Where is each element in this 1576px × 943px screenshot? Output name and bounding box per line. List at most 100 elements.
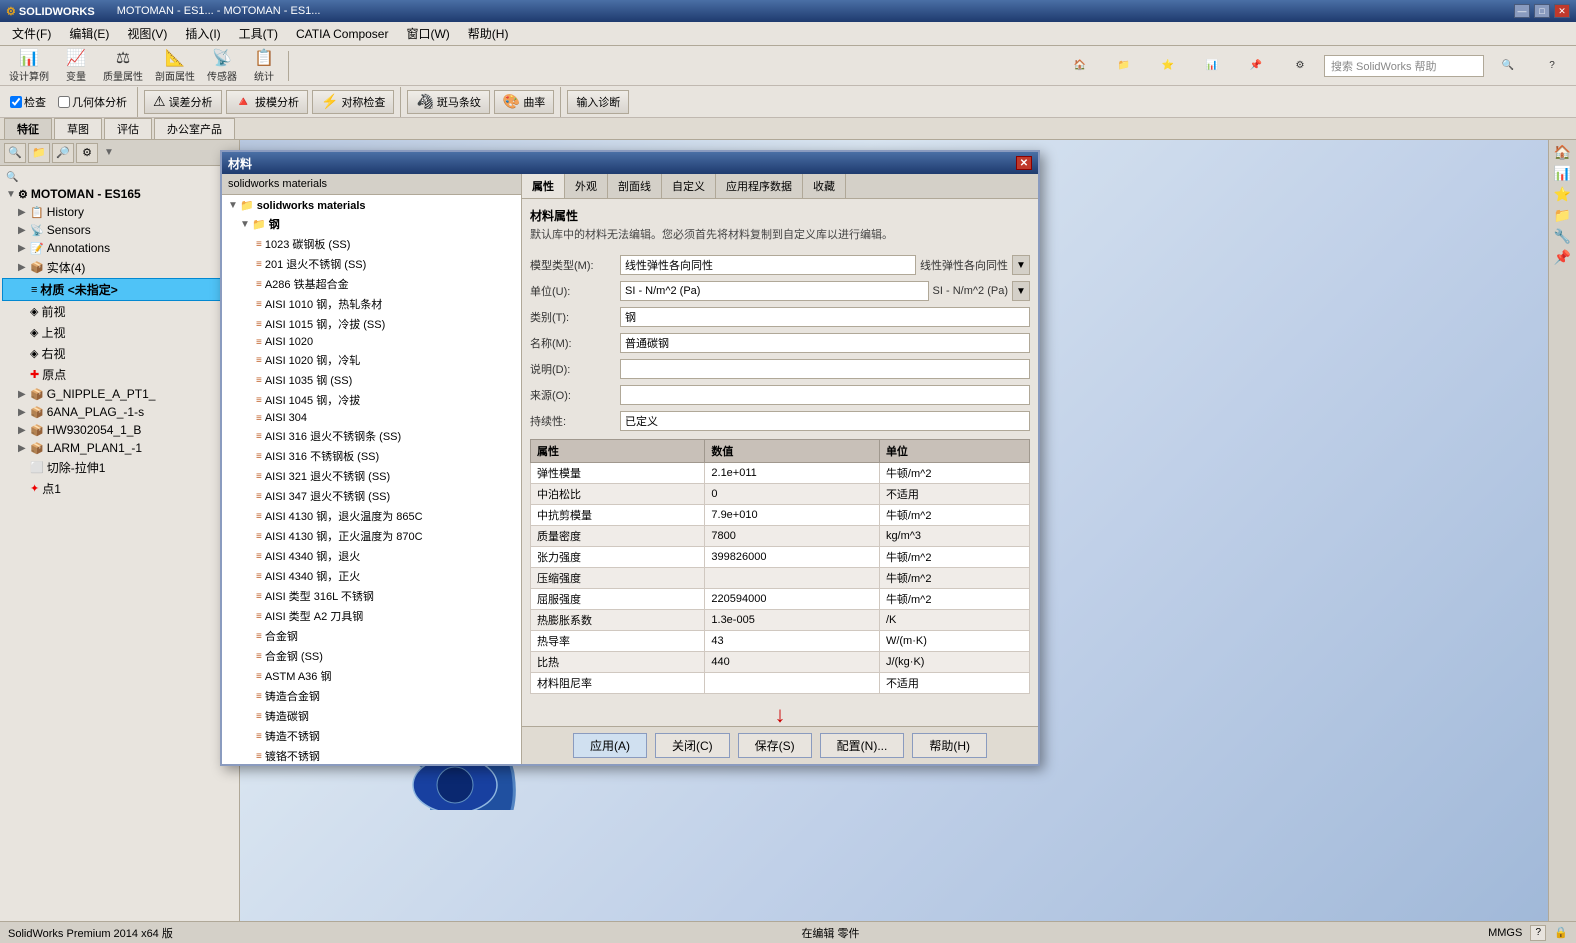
toolbar-section[interactable]: 📐 剖面属性 bbox=[150, 45, 200, 86]
btn-symmetry[interactable]: ⚡ 对称检查 bbox=[312, 90, 394, 114]
mat-item-aisi1010[interactable]: ≡AISI 1010 钢，热轧条材 bbox=[224, 294, 519, 314]
prop-input-persistence[interactable] bbox=[620, 411, 1030, 431]
tree-item-hw[interactable]: ▶ 📦 HW9302054_1_B bbox=[2, 421, 237, 439]
menu-insert[interactable]: 插入(I) bbox=[177, 23, 228, 44]
toolbar-question[interactable]: ? bbox=[1532, 57, 1572, 74]
prop-select-units[interactable] bbox=[620, 281, 929, 301]
tree-item-6ana[interactable]: ▶ 📦 6ANA_PLAG_-1-s bbox=[2, 403, 237, 421]
mat-item-aisi1020[interactable]: ≡AISI 1020 bbox=[224, 334, 519, 350]
prop-input-source[interactable] bbox=[620, 385, 1030, 405]
toolbar-search-btn[interactable]: 🔍 bbox=[1488, 57, 1528, 74]
toolbar-nav4[interactable]: 📊 bbox=[1192, 57, 1232, 74]
tree-item-annotations[interactable]: ▶ 📝 Annotations bbox=[2, 239, 237, 257]
props-tab-hatch[interactable]: 剖面线 bbox=[608, 174, 662, 198]
mat-item-aisi1045[interactable]: ≡AISI 1045 钢，冷拔 bbox=[224, 390, 519, 410]
btn-draft[interactable]: 🔺 拔模分析 bbox=[226, 90, 308, 114]
tree-item-sensors[interactable]: ▶ 📡 Sensors bbox=[2, 221, 237, 239]
tab-office[interactable]: 办公室产品 bbox=[154, 118, 235, 139]
mat-item-aisia2[interactable]: ≡AISI 类型 A2 刀具钢 bbox=[224, 606, 519, 626]
tree-item-origin[interactable]: ✚ 原点 bbox=[2, 364, 237, 385]
menu-tools[interactable]: 工具(T) bbox=[231, 23, 286, 44]
minimize-btn[interactable]: — bbox=[1514, 4, 1530, 18]
close-btn[interactable]: ✕ bbox=[1554, 4, 1570, 18]
toolbar-design[interactable]: 📊 设计算例 bbox=[4, 45, 54, 86]
right-icon1[interactable]: 🏠 bbox=[1554, 144, 1571, 161]
mat-item-cast-alloy[interactable]: ≡铸造合金钢 bbox=[224, 686, 519, 706]
tree-btn-settings[interactable]: ⚙ bbox=[76, 143, 98, 163]
tab-evaluate[interactable]: 评估 bbox=[104, 118, 152, 139]
btn-save[interactable]: 保存(S) bbox=[738, 733, 812, 758]
mat-item-aisi4130b[interactable]: ≡AISI 4130 钢，正火温度为 870C bbox=[224, 526, 519, 546]
mat-item-aisi1015[interactable]: ≡AISI 1015 钢，冷拔 (SS) bbox=[224, 314, 519, 334]
mat-item-aisi347[interactable]: ≡AISI 347 退火不锈钢 (SS) bbox=[224, 486, 519, 506]
tree-item-point1[interactable]: ✦ 点1 bbox=[2, 478, 237, 499]
toolbar-nav3[interactable]: ⭐ bbox=[1148, 57, 1188, 74]
props-tab-custom[interactable]: 自定义 bbox=[662, 174, 716, 198]
menu-catia[interactable]: CATIA Composer bbox=[288, 25, 396, 43]
mat-item-a286[interactable]: ≡A286 铁基超合金 bbox=[224, 274, 519, 294]
btn-input-diag[interactable]: 输入诊断 bbox=[567, 90, 629, 114]
tree-item-solid[interactable]: ▶ 📦 实体(4) bbox=[2, 257, 237, 278]
prop-input-category[interactable] bbox=[620, 307, 1030, 327]
tree-item-larm[interactable]: ▶ 📦 LARM_PLAN1_-1 bbox=[2, 439, 237, 457]
maximize-btn[interactable]: □ bbox=[1534, 4, 1550, 18]
tree-item-material[interactable]: ≡ 材质 <未指定> ➤ bbox=[2, 278, 237, 301]
toolbar-variable[interactable]: 📈 变量 bbox=[56, 45, 96, 86]
menu-window[interactable]: 窗口(W) bbox=[398, 23, 457, 44]
status-help[interactable]: ? bbox=[1530, 925, 1546, 941]
right-icon6[interactable]: 📌 bbox=[1554, 249, 1571, 266]
btn-help[interactable]: 帮助(H) bbox=[912, 733, 987, 758]
props-tab-appearance[interactable]: 外观 bbox=[565, 174, 608, 198]
mat-item-aisi316plate[interactable]: ≡AISI 316 不锈钢板 (SS) bbox=[224, 446, 519, 466]
dialog-close-btn[interactable]: ✕ bbox=[1016, 156, 1032, 170]
prop-input-name[interactable] bbox=[620, 333, 1030, 353]
right-icon5[interactable]: 🔧 bbox=[1554, 228, 1571, 245]
mat-item-cast-ss[interactable]: ≡铸造不锈钢 bbox=[224, 726, 519, 746]
mat-item-astma36[interactable]: ≡ASTM A36 钢 bbox=[224, 666, 519, 686]
menu-view[interactable]: 视图(V) bbox=[119, 23, 175, 44]
mat-item-aisi4340b[interactable]: ≡AISI 4340 钢，正火 bbox=[224, 566, 519, 586]
props-tab-favorites[interactable]: 收藏 bbox=[803, 174, 846, 198]
toolbar-stats[interactable]: 📋 统计 bbox=[244, 45, 284, 86]
mat-item-aisi4340a[interactable]: ≡AISI 4340 钢，退火 bbox=[224, 546, 519, 566]
btn-curvature[interactable]: 🎨 曲率 bbox=[494, 90, 554, 114]
prop-select-modeltype[interactable] bbox=[620, 255, 916, 275]
tree-item-gnipple[interactable]: ▶ 📦 G_NIPPLE_A_PT1_ bbox=[2, 385, 237, 403]
btn-zebra[interactable]: 🦓 斑马条纹 bbox=[407, 90, 489, 114]
mat-tree-root[interactable]: ▼ 📁 solidworks materials bbox=[224, 197, 519, 214]
toolbar-sensor[interactable]: 📡 传感器 bbox=[202, 45, 242, 86]
menu-edit[interactable]: 编辑(E) bbox=[61, 23, 117, 44]
right-icon2[interactable]: 📊 bbox=[1554, 165, 1571, 182]
tree-item-right[interactable]: ◈ 右视 bbox=[2, 343, 237, 364]
mat-item-aisi1020cr[interactable]: ≡AISI 1020 钢，冷轧 bbox=[224, 350, 519, 370]
menu-help[interactable]: 帮助(H) bbox=[460, 23, 517, 44]
tree-filter-icon[interactable]: 🔍 bbox=[2, 170, 237, 185]
props-tab-properties[interactable]: 属性 bbox=[522, 174, 565, 198]
toolbar-search[interactable]: 搜索 SolidWorks 帮助 bbox=[1324, 55, 1484, 77]
tab-sketch[interactable]: 草图 bbox=[54, 118, 102, 139]
btn-config[interactable]: 配置(N)... bbox=[820, 733, 905, 758]
tree-item-front[interactable]: ◈ 前视 bbox=[2, 301, 237, 322]
tree-btn-collapse[interactable]: 📁 bbox=[28, 143, 50, 163]
mat-item-cast-carbon[interactable]: ≡铸造碳钢 bbox=[224, 706, 519, 726]
mat-item-201[interactable]: ≡201 退火不锈钢 (SS) bbox=[224, 254, 519, 274]
right-icon3[interactable]: ⭐ bbox=[1554, 186, 1571, 203]
mat-item-1023[interactable]: ≡1023 碳钢板 (SS) bbox=[224, 234, 519, 254]
mat-item-chrome-ss[interactable]: ≡镀铬不锈钢 bbox=[224, 746, 519, 764]
tree-btn-filter[interactable]: 🔍 bbox=[4, 143, 26, 163]
mat-item-aisi316anneal[interactable]: ≡AISI 316 退火不锈钢条 (SS) bbox=[224, 426, 519, 446]
tree-item-top[interactable]: ◈ 上视 bbox=[2, 322, 237, 343]
tree-item-history[interactable]: ▶ 📋 History bbox=[2, 203, 237, 221]
check-inspect-box[interactable] bbox=[10, 96, 22, 108]
tree-btn-search[interactable]: 🔎 bbox=[52, 143, 74, 163]
check-geometry[interactable]: 几何体分析 bbox=[54, 93, 131, 111]
mat-group-steel[interactable]: ▼ 📁 钢 bbox=[224, 214, 519, 234]
menu-file[interactable]: 文件(F) bbox=[4, 23, 59, 44]
toolbar-nav5[interactable]: 📌 bbox=[1236, 57, 1276, 74]
prop-dropdown-units[interactable]: ▼ bbox=[1012, 281, 1030, 301]
btn-apply[interactable]: 应用(A) bbox=[573, 733, 647, 758]
prop-input-desc[interactable] bbox=[620, 359, 1030, 379]
mat-item-aisi4130a[interactable]: ≡AISI 4130 钢，退火温度为 865C bbox=[224, 506, 519, 526]
check-inspect[interactable]: 检查 bbox=[6, 93, 50, 111]
toolbar-mass[interactable]: ⚖ 质量属性 bbox=[98, 45, 148, 86]
